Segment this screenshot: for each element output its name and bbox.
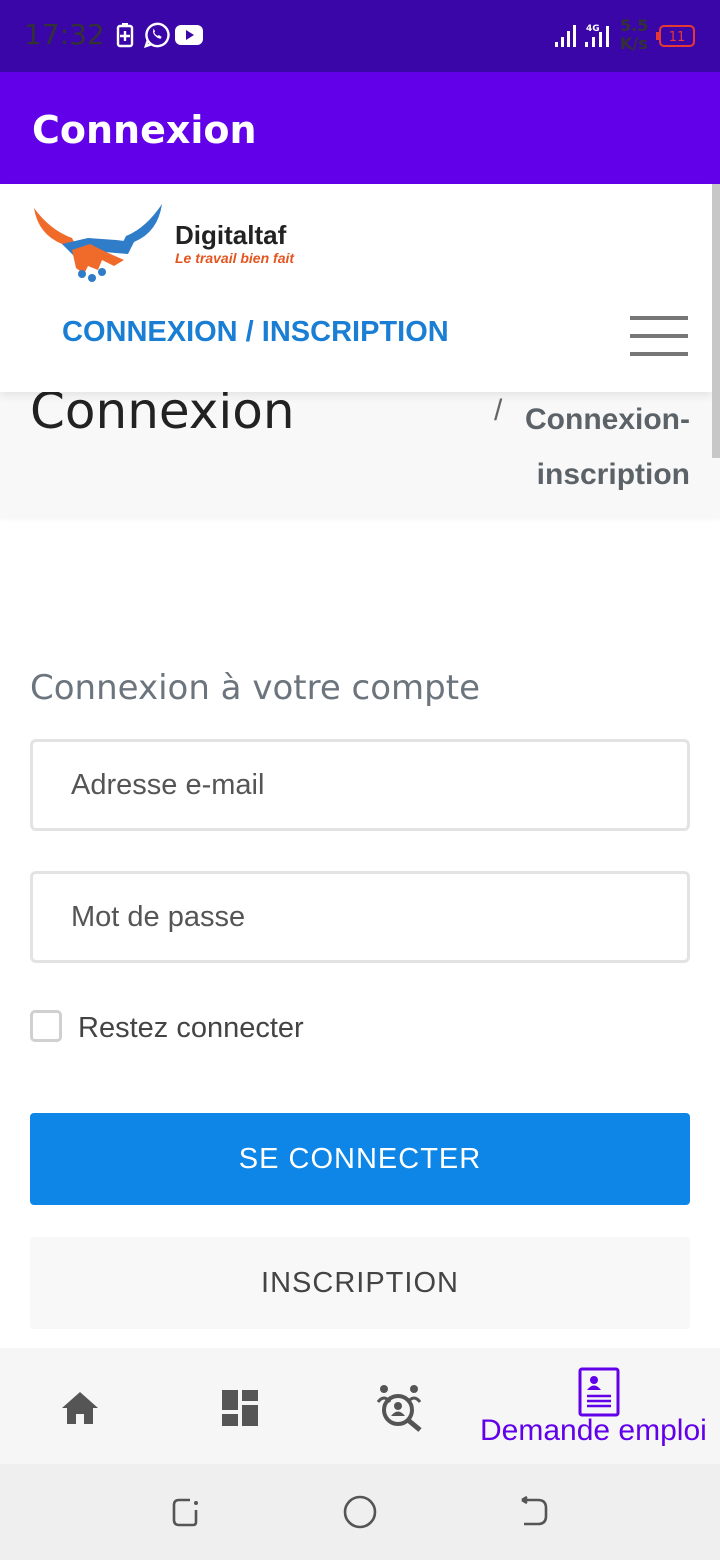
scrollbar[interactable] — [712, 184, 720, 458]
password-field[interactable] — [30, 871, 690, 963]
remember-label[interactable]: Restez connecter — [78, 1012, 304, 1045]
signal-4g-icon: 4G — [585, 24, 609, 47]
login-button[interactable]: SE CONNECTER — [30, 1113, 690, 1205]
status-time: 17:32 — [24, 18, 105, 51]
logo-name: Digitaltaf — [175, 220, 287, 250]
handshake-logo-icon[interactable] — [32, 200, 164, 286]
register-button[interactable]: INSCRIPTION — [30, 1237, 690, 1329]
net-speed: 5.5 K/s — [620, 17, 648, 53]
signal-icon — [555, 25, 576, 47]
remember-checkbox[interactable] — [30, 1010, 62, 1042]
menu-icon-bar — [630, 352, 688, 356]
menu-icon-bar — [630, 334, 688, 338]
app-title: Connexion — [32, 108, 257, 152]
youtube-icon — [175, 25, 203, 45]
net-speed-value: 5.5 — [620, 16, 649, 35]
whatsapp-icon — [143, 22, 170, 48]
breadcrumb-current-line1: Connexion- — [525, 403, 690, 436]
nav-link-connexion-inscription[interactable]: CONNEXION / INSCRIPTION — [62, 316, 449, 349]
email-field[interactable] — [30, 739, 690, 831]
job-search-icon[interactable] — [374, 1382, 424, 1432]
network-type: 4G — [586, 24, 600, 34]
logo-tagline: Le travail bien fait — [175, 250, 295, 266]
back-icon[interactable] — [518, 1496, 550, 1528]
resume-icon[interactable] — [578, 1367, 620, 1417]
menu-icon[interactable] — [630, 316, 688, 356]
register-button-label: INSCRIPTION — [261, 1266, 459, 1299]
breadcrumb-current: Connexion- inscription — [490, 392, 690, 502]
battery-saver-icon — [116, 23, 134, 48]
breadcrumb-current-line2: inscription — [536, 458, 690, 491]
form-heading: Connexion à votre compte — [30, 668, 480, 708]
login-button-label: SE CONNECTER — [238, 1142, 482, 1175]
home-circle-icon[interactable] — [342, 1494, 378, 1530]
home-icon[interactable] — [60, 1388, 100, 1428]
recent-apps-icon[interactable] — [170, 1496, 202, 1528]
bottom-nav-label-demande-emploi[interactable]: Demande emploi — [480, 1414, 707, 1448]
battery-icon: 11 — [656, 25, 695, 47]
menu-icon-bar — [630, 316, 688, 320]
dashboard-icon[interactable] — [220, 1388, 260, 1428]
battery-level: 11 — [669, 30, 686, 45]
net-speed-unit: K/s — [620, 34, 648, 53]
